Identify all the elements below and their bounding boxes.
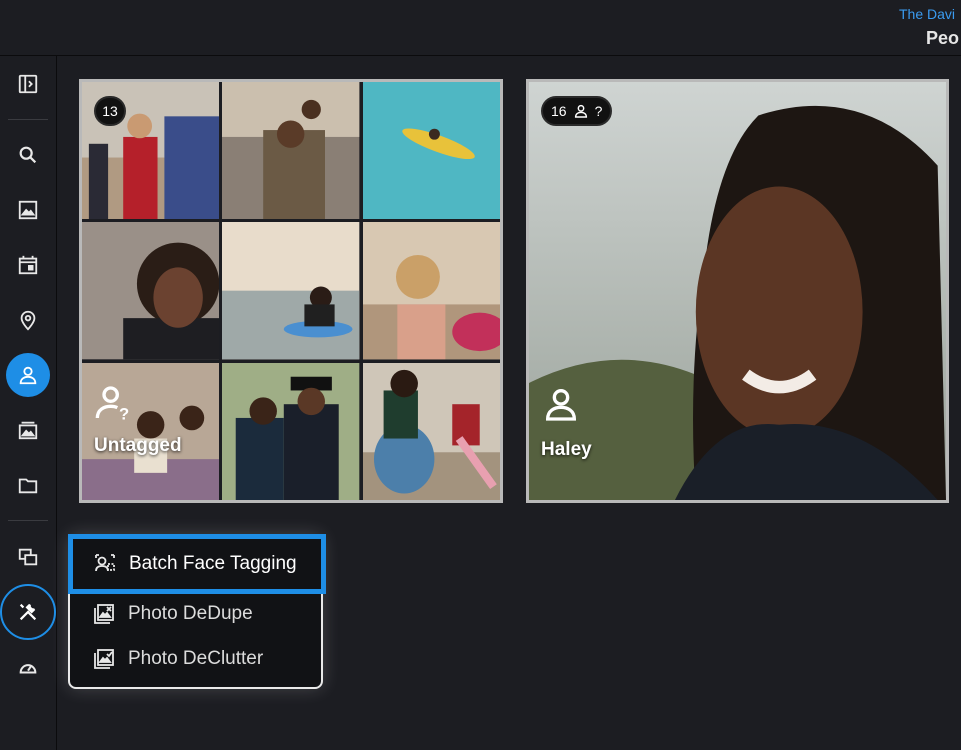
- photo-count: 13: [102, 103, 118, 119]
- menu-item-label: Photo DeDupe: [128, 603, 253, 624]
- menu-item-photo-declutter[interactable]: Photo DeClutter: [70, 637, 321, 681]
- tile-label-haley: Haley: [541, 439, 592, 460]
- library-name[interactable]: The Davi: [899, 6, 961, 22]
- photo-thumbnail: [82, 222, 220, 360]
- tools-menu: Batch Face Tagging Photo DeDupe Photo De…: [68, 534, 326, 689]
- svg-text:?: ?: [119, 404, 129, 422]
- portrait-photo: [529, 82, 946, 500]
- unconfirmed-mark: ?: [594, 103, 603, 119]
- person-icon: [545, 389, 577, 421]
- sidebar-item-folders[interactable]: [6, 463, 50, 507]
- sidebar-item-dashboard[interactable]: [6, 645, 50, 689]
- gauge-icon: [19, 664, 37, 674]
- image-icon: [18, 200, 38, 220]
- folder-icon: [18, 478, 38, 494]
- person-icon: [19, 366, 37, 385]
- photo-thumbnail: [362, 362, 500, 500]
- sidebar-divider: [8, 520, 48, 521]
- face-tag-icon: [95, 554, 115, 572]
- photo-count-badge: 16 ?: [541, 96, 613, 126]
- photo-count: 16: [551, 103, 567, 119]
- page-title: Peo: [926, 28, 960, 48]
- photo-declutter-icon: [94, 649, 114, 669]
- photo-thumbnail: ? Untagged: [82, 362, 220, 500]
- tools-icon: [19, 603, 37, 621]
- photo-thumbnail: [362, 82, 500, 220]
- menu-item-batch-face-tagging[interactable]: Batch Face Tagging: [68, 534, 326, 594]
- photo-thumbnail: [222, 222, 360, 360]
- menu-item-label: Photo DeClutter: [128, 648, 264, 669]
- sidebar-toggle-button[interactable]: [6, 62, 50, 106]
- menu-item-label: Batch Face Tagging: [129, 553, 297, 574]
- sidebar-item-photos[interactable]: [6, 188, 50, 232]
- person-question-icon: ?: [95, 385, 129, 423]
- sidebar-item-slideshow[interactable]: [6, 535, 50, 579]
- sidebar-divider: [8, 119, 48, 120]
- tile-label-untagged: Untagged: [94, 434, 182, 456]
- slideshow-icon: [18, 548, 38, 566]
- sidebar-item-people[interactable]: [6, 353, 50, 397]
- photo-thumbnail: [222, 82, 360, 220]
- photo-thumbnail: [362, 222, 500, 360]
- sidebar: [0, 56, 57, 750]
- top-bar: The Davi Peo: [0, 0, 961, 56]
- sidebar-item-search[interactable]: [6, 133, 50, 177]
- search-icon: [19, 146, 37, 164]
- photo-dedupe-icon: [94, 604, 114, 624]
- menu-item-photo-dedupe[interactable]: Photo DeDupe: [70, 592, 321, 636]
- sidebar-item-places[interactable]: [6, 298, 50, 342]
- sidebar-item-calendar[interactable]: [6, 243, 50, 287]
- sidebar-item-tools[interactable]: [0, 584, 56, 640]
- album-icon: [18, 421, 38, 440]
- person-icon: [574, 104, 587, 118]
- photo-thumbnail: [222, 362, 360, 500]
- people-tile-haley[interactable]: 16 ? Haley: [526, 79, 949, 503]
- sidebar-toggle-icon: [18, 74, 38, 94]
- sidebar-item-albums[interactable]: [6, 408, 50, 452]
- calendar-icon: [18, 255, 38, 275]
- location-pin-icon: [20, 310, 36, 331]
- people-tile-untagged[interactable]: ? Untagged 13: [79, 79, 503, 503]
- photo-count-badge: 13: [94, 96, 126, 126]
